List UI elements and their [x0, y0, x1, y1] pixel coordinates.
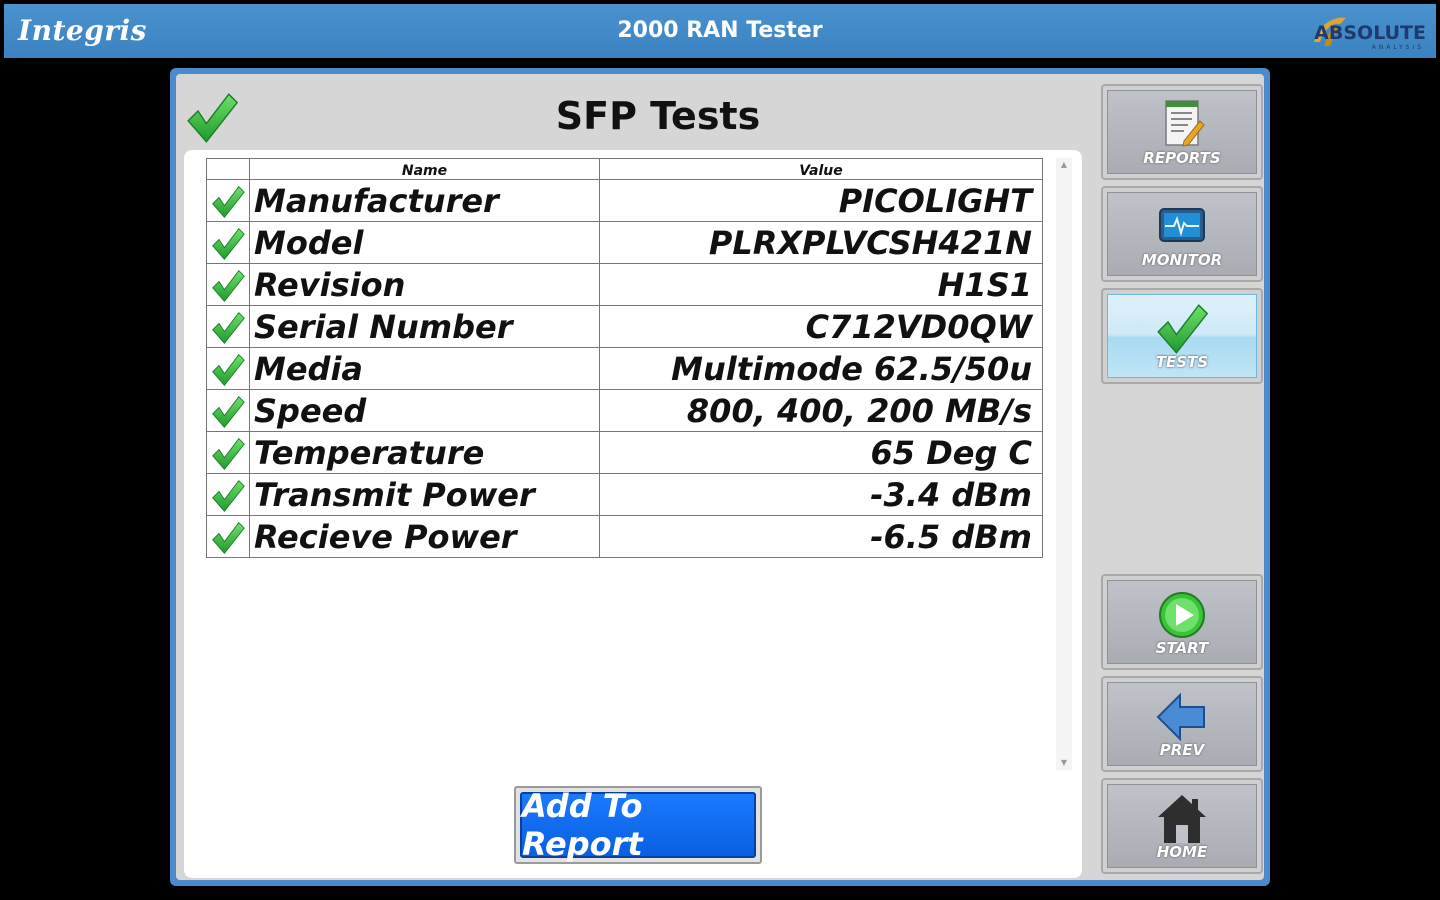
status-cell: [206, 389, 250, 432]
monitor-icon: [1159, 208, 1205, 242]
prev-button-face: PREV: [1107, 682, 1257, 766]
table-row[interactable]: Temperature 65 Deg C: [206, 431, 1043, 474]
table-row[interactable]: Speed 800, 400, 200 MB/s: [206, 389, 1043, 432]
value-cell: Multimode 62.5/50u: [599, 347, 1043, 390]
name-column-header: Name: [249, 158, 600, 180]
home-button-face: HOME: [1107, 784, 1257, 868]
name-cell: Speed: [249, 389, 600, 432]
name-cell: Media: [249, 347, 600, 390]
table-row[interactable]: Media Multimode 62.5/50u: [206, 347, 1043, 390]
vertical-scrollbar[interactable]: ▲ ▼: [1056, 158, 1072, 770]
name-cell: Model: [249, 221, 600, 264]
monitor-label: MONITOR: [1141, 251, 1223, 269]
reports-button[interactable]: REPORTS: [1101, 84, 1263, 180]
table-row[interactable]: Transmit Power -3.4 dBm: [206, 473, 1043, 516]
results-panel: Name Value Manufacturer PICOLIGHT Model …: [184, 150, 1082, 878]
reports-label: REPORTS: [1143, 149, 1221, 167]
window-title: 2000 RAN Tester: [617, 18, 823, 43]
value-cell: -3.4 dBm: [599, 473, 1043, 516]
home-label: HOME: [1156, 843, 1208, 861]
page-title: SFP Tests: [555, 94, 761, 138]
status-cell: [206, 221, 250, 264]
check-icon: [210, 184, 246, 220]
home-icon: [1158, 795, 1206, 843]
name-cell: Recieve Power: [249, 515, 600, 558]
tests-button[interactable]: TESTS: [1101, 288, 1263, 384]
name-cell: Revision: [249, 263, 600, 306]
value-cell: -6.5 dBm: [599, 515, 1043, 558]
status-cell: [206, 305, 250, 348]
name-cell: Serial Number: [249, 305, 600, 348]
table-row[interactable]: Manufacturer PICOLIGHT: [206, 179, 1043, 222]
status-cell: [206, 263, 250, 306]
value-cell: H1S1: [599, 263, 1043, 306]
check-icon: [210, 394, 246, 430]
name-cell: Temperature: [249, 431, 600, 474]
main-frame: SFP Tests Name Value Manufacturer PICOLI…: [170, 68, 1270, 886]
check-icon: [210, 436, 246, 472]
start-button[interactable]: START: [1101, 574, 1263, 670]
tests-label: TESTS: [1155, 353, 1209, 371]
add-to-report-button[interactable]: Add To Report: [520, 787, 756, 863]
name-cell: Transmit Power: [249, 473, 600, 516]
arrow-left-icon: [1156, 692, 1205, 742]
check-icon: [210, 478, 246, 514]
check-icon: [210, 520, 246, 556]
table-header-row: Name Value: [206, 158, 1043, 180]
table-row[interactable]: Model PLRXPLVCSH421N: [206, 221, 1043, 264]
table-row[interactable]: Revision H1S1: [206, 263, 1043, 306]
status-column-header: [206, 158, 250, 180]
check-icon: [210, 310, 246, 346]
start-button-face: START: [1107, 580, 1257, 664]
analysis-logo-text: ANALYSIS: [1371, 44, 1424, 51]
report-icon: [1165, 100, 1205, 147]
title-bar: Integris 2000 RAN Tester ABSOLUTE ANALYS…: [4, 4, 1436, 58]
status-cell: [206, 515, 250, 558]
tests-button-face: TESTS: [1107, 294, 1257, 378]
value-column-header: Value: [599, 158, 1043, 180]
table-row[interactable]: Serial Number C712VD0QW: [206, 305, 1043, 348]
check-icon: [210, 226, 246, 262]
value-cell: 65 Deg C: [599, 431, 1043, 474]
scroll-down-arrow-icon[interactable]: ▼: [1056, 756, 1072, 770]
start-label: START: [1155, 639, 1209, 657]
table-row[interactable]: Recieve Power -6.5 dBm: [206, 515, 1043, 558]
value-cell: PICOLIGHT: [599, 179, 1043, 222]
scroll-up-arrow-icon[interactable]: ▲: [1056, 158, 1072, 172]
add-to-report-button-frame: Add To Report: [514, 786, 762, 864]
value-cell: C712VD0QW: [599, 305, 1043, 348]
monitor-button-face: MONITOR: [1107, 192, 1257, 276]
reports-button-face: REPORTS: [1107, 90, 1257, 174]
main-panel: SFP Tests Name Value Manufacturer PICOLI…: [176, 74, 1264, 880]
absolute-analysis-logo: ABSOLUTE ANALYSIS: [1308, 10, 1428, 54]
check-icon: [210, 268, 246, 304]
value-cell: 800, 400, 200 MB/s: [599, 389, 1043, 432]
check-icon: [1154, 301, 1210, 357]
status-cell: [206, 431, 250, 474]
status-cell: [206, 473, 250, 516]
status-cell: [206, 179, 250, 222]
results-table: Name Value Manufacturer PICOLIGHT Model …: [206, 158, 1043, 558]
monitor-button[interactable]: MONITOR: [1101, 186, 1263, 282]
prev-label: PREV: [1159, 741, 1205, 759]
check-icon: [210, 352, 246, 388]
absolute-logo-text: ABSOLUTE: [1314, 22, 1426, 44]
home-button[interactable]: HOME: [1101, 778, 1263, 874]
status-cell: [206, 347, 250, 390]
prev-button[interactable]: PREV: [1101, 676, 1263, 772]
value-cell: PLRXPLVCSH421N: [599, 221, 1043, 264]
play-icon: [1159, 592, 1205, 638]
name-cell: Manufacturer: [249, 179, 600, 222]
